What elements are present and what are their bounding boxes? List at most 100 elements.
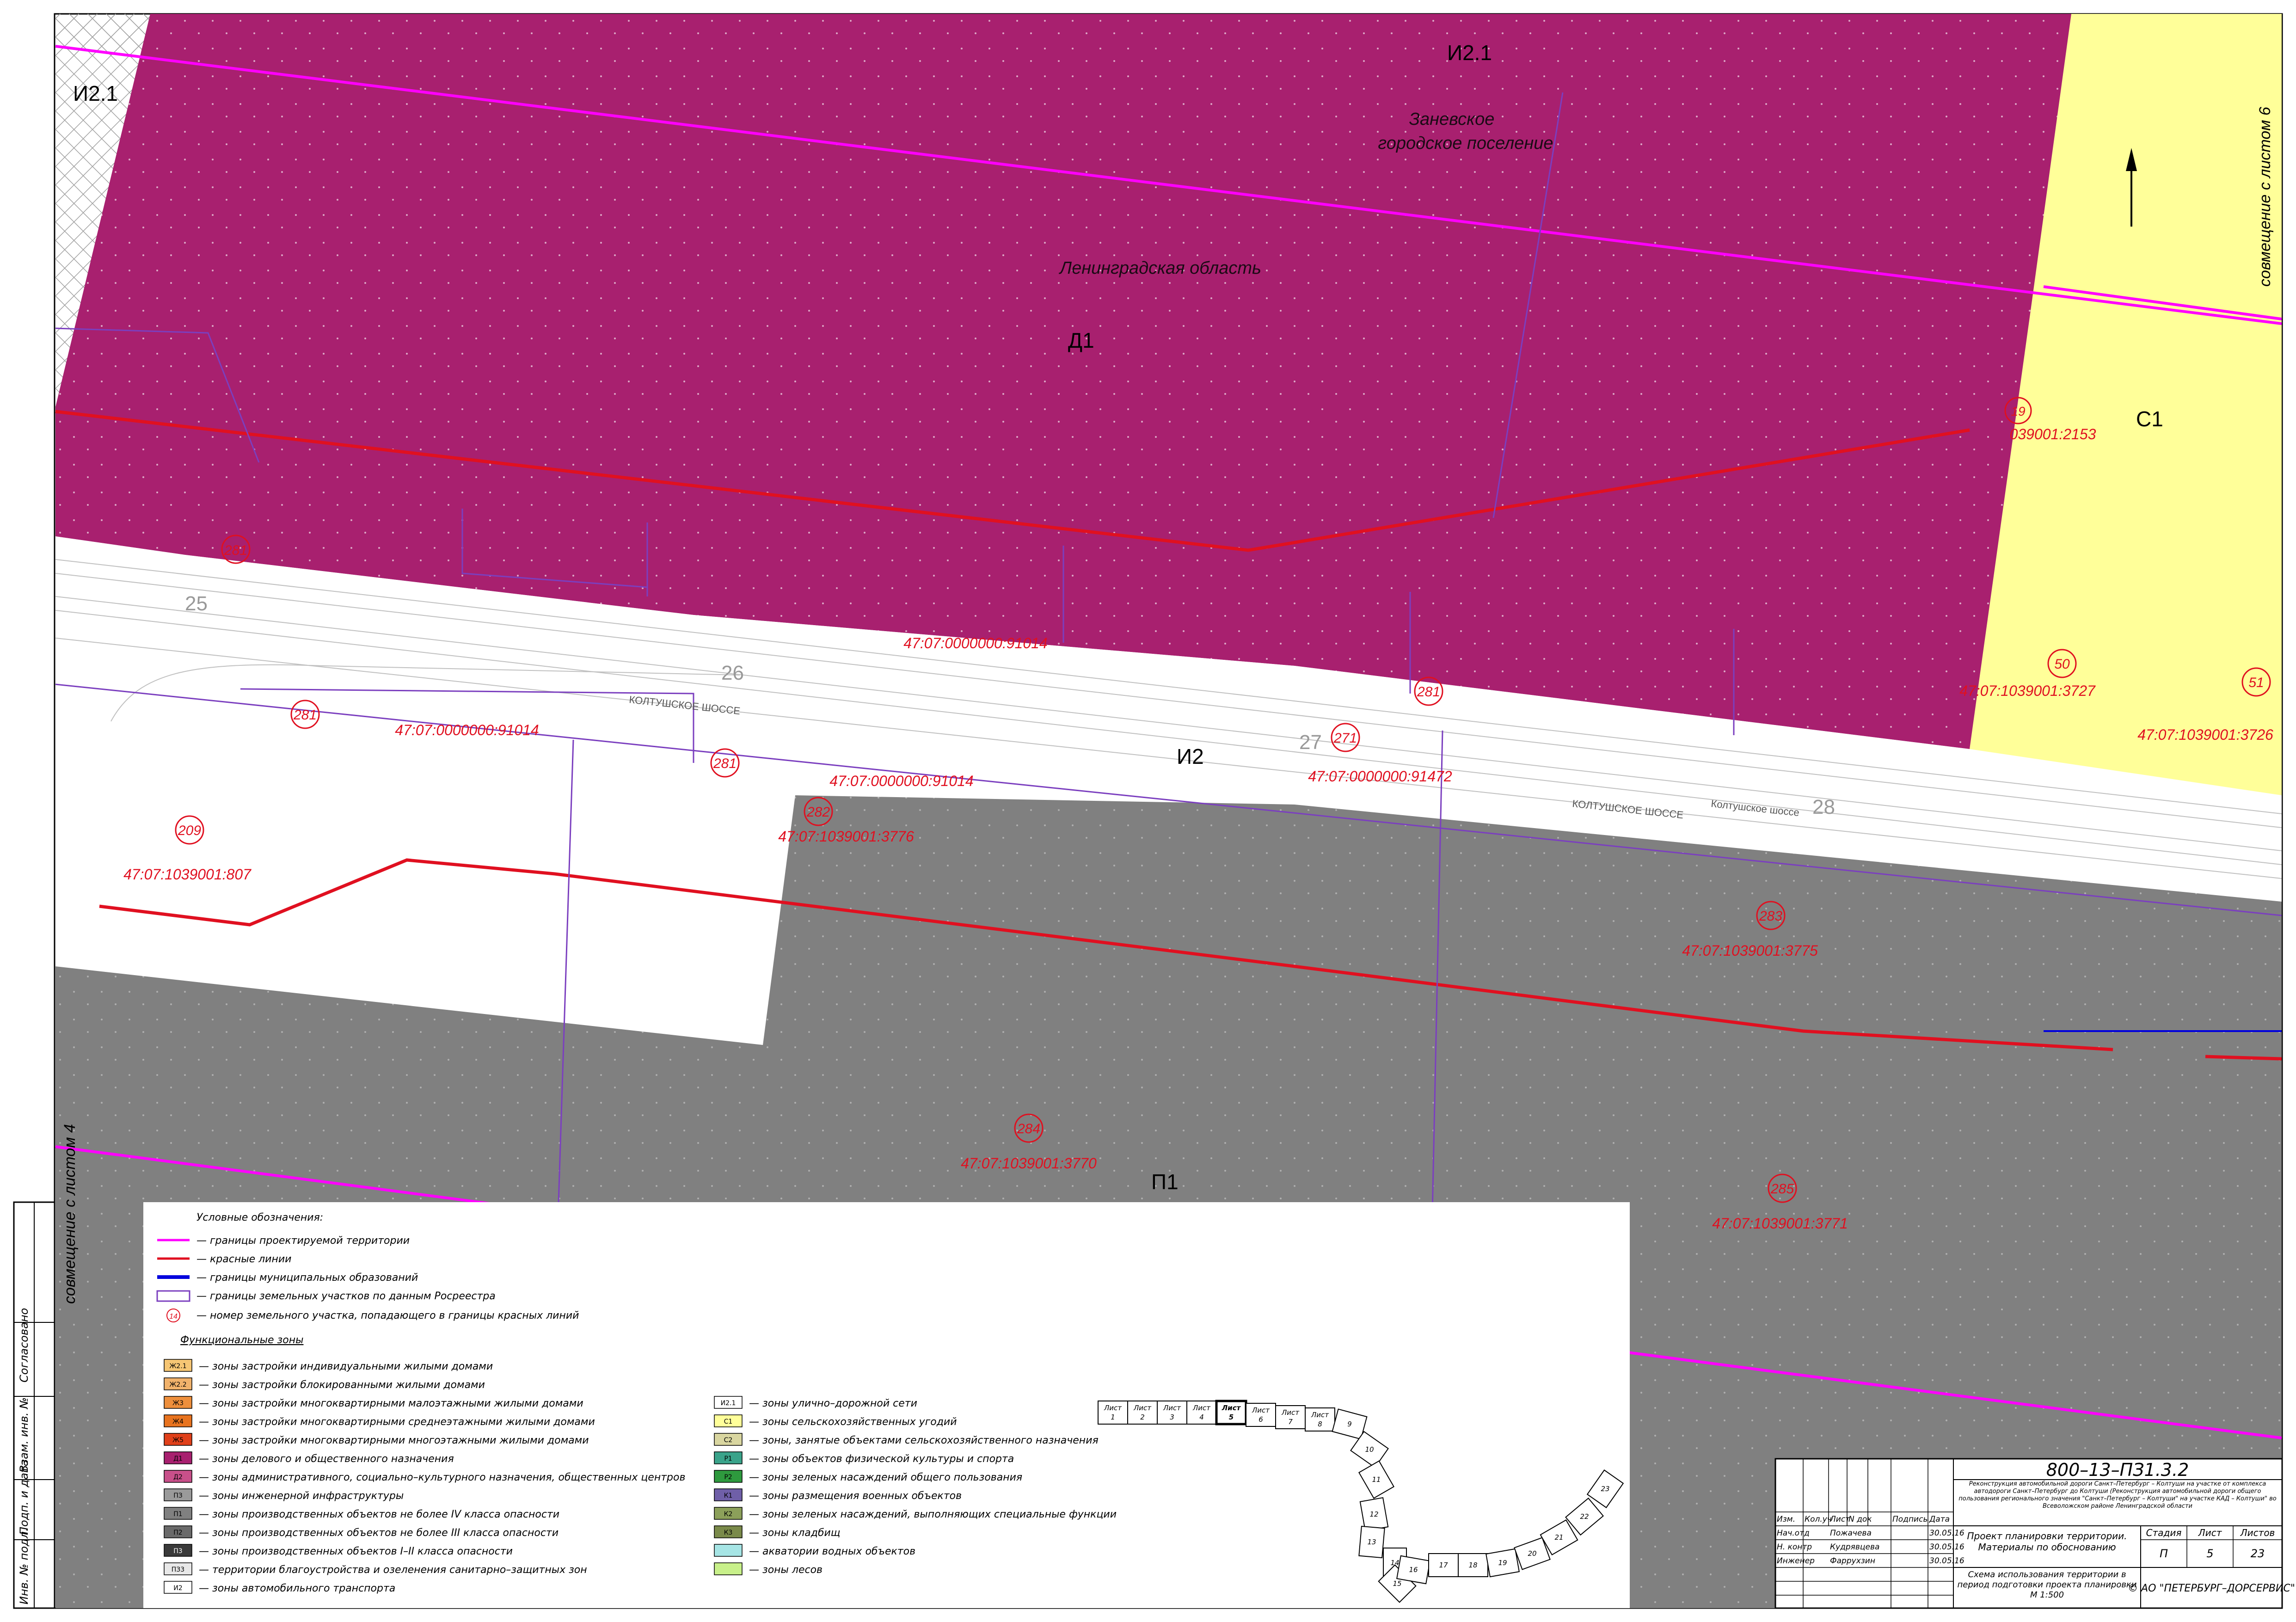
svg-text:28: 28 [1812,796,1835,818]
left-stamp: Согласовано Взам. инв. № Подп. и дата Ин… [13,1201,55,1609]
sheet-title: Схема использования территории в период … [1957,1570,2137,1600]
svg-text:15: 15 [1393,1579,1401,1588]
svg-text:19: 19 [1498,1559,1507,1567]
svg-text:— границы муниципальных образо: — границы муниципальных образований [196,1272,418,1284]
svg-text:47:07:1039001:3727: 47:07:1039001:3727 [1959,682,2096,699]
doc-title: Проект планировки территории. Материалы … [1967,1530,2127,1553]
svg-text:— зоны делового и общественног: — зоны делового и общественного назначен… [199,1453,454,1465]
svg-text:— зоны производственных объект: — зоны производственных объектов не боле… [199,1527,559,1539]
zone-label-i2: И2 [1177,744,1204,768]
svg-text:281: 281 [224,543,247,558]
svg-text:Подп. и дата: Подп. и дата [18,1460,31,1536]
svg-text:Ж3: Ж3 [172,1400,184,1407]
zone-label-i21-top: И2.1 [1447,41,1492,65]
svg-text:Изм.: Изм. [1777,1515,1795,1524]
svg-text:11: 11 [1372,1475,1381,1484]
legend: Условные обозначения: — границы проектир… [143,1202,1630,1608]
svg-text:47:07:1039001:3775: 47:07:1039001:3775 [1682,942,1818,959]
svg-text:— зоны застройки индивидуальны: — зоны застройки индивидуальными жилыми … [199,1361,493,1372]
svg-text:Д2: Д2 [173,1474,183,1481]
svg-text:— зоны сельскохозяйственных уг: — зоны сельскохозяйственных угодий [749,1416,957,1428]
svg-text:Лист: Лист [1281,1408,1300,1417]
svg-text:Лист: Лист [1311,1411,1329,1419]
svg-text:П1: П1 [173,1511,182,1518]
svg-text:4: 4 [1199,1413,1204,1421]
svg-text:47:07:1039001:807: 47:07:1039001:807 [123,866,252,883]
svg-text:Ж2.2: Ж2.2 [169,1381,186,1389]
svg-text:— зоны лесов: — зоны лесов [749,1564,823,1576]
svg-text:ПЗ: ПЗ [173,1492,183,1499]
legend-title: Условные обозначения: [196,1212,323,1223]
svg-text:21: 21 [1554,1533,1563,1542]
svg-text:Лист: Лист [1222,1404,1241,1412]
zone-label-p1: П1 [1151,1170,1179,1194]
svg-text:— зоны застройки многоквартирн: — зоны застройки многоквартирными многоэ… [199,1435,589,1446]
svg-text:— зоны улично–дорожной сети: — зоны улично–дорожной сети [749,1398,917,1409]
svg-text:281: 281 [293,707,317,723]
svg-text:П2: П2 [173,1529,182,1536]
svg-text:Лист: Лист [2198,1527,2222,1538]
svg-text:Ж5: Ж5 [172,1437,184,1444]
svg-text:47:07:0000000:91472: 47:07:0000000:91472 [1308,768,1452,785]
svg-text:282: 282 [806,805,830,820]
zone-label-i21-left: И2.1 [73,81,118,105]
title-block: 800–13–ПЗ1.3.2 Реконструкция автомобильн… [1774,1458,2295,1609]
svg-text:Инженер: Инженер [1777,1556,1815,1566]
svg-text:Нач.отд: Нач.отд [1777,1529,1810,1538]
svg-text:К3: К3 [724,1529,733,1536]
svg-text:Лист: Лист [1163,1404,1181,1412]
svg-text:С1: С1 [724,1418,733,1425]
svg-text:209: 209 [178,823,201,838]
svg-text:— границы земельных участков п: — границы земельных участков по данным Р… [196,1290,496,1302]
svg-text:Листов: Листов [2240,1527,2275,1538]
svg-text:Р1: Р1 [724,1455,732,1462]
svg-text:— зоны, занятые объектами сель: — зоны, занятые объектами сельскохозяйст… [749,1435,1099,1446]
svg-text:— территории благоустройства и: — территории благоустройства и озеленени… [199,1564,587,1576]
side-note-left: совмещение с листом 4 [61,1124,79,1304]
svg-text:— зоны зеленых насаждений, вып: — зоны зеленых насаждений, выполняющих с… [749,1509,1117,1520]
svg-text:18: 18 [1468,1561,1477,1569]
svg-text:284: 284 [1017,1121,1040,1137]
legend-func-title: Функциональные зоны [180,1334,303,1346]
svg-text:14: 14 [169,1313,178,1321]
svg-text:К1: К1 [724,1492,733,1499]
svg-text:47:07:1039001:3726: 47:07:1039001:3726 [2137,726,2273,743]
svg-text:Н. контр: Н. контр [1777,1542,1812,1552]
svg-text:— зоны застройки многоквартирн: — зоны застройки многоквартирными средне… [199,1416,595,1428]
map-canvas[interactable]: И2.1 И2.1 Д1 С1 И2 П1 Заневское городско… [0,0,2296,1622]
svg-text:— зоны инженерной инфраструкту: — зоны инженерной инфраструктуры [199,1490,404,1502]
svg-text:— акватории водных объектов: — акватории водных объектов [749,1546,915,1557]
svg-text:8: 8 [1318,1420,1322,1428]
zone-label-d1: Д1 [1068,328,1094,352]
project-description: Реконструкция автомобильной дороги Санкт… [1958,1481,2277,1510]
svg-text:Лист: Лист [1252,1406,1270,1414]
svg-text:9: 9 [1347,1420,1352,1428]
svg-text:— красные линии: — красные линии [196,1253,291,1265]
side-note-right: совмещение с листом 6 [2256,107,2274,287]
svg-text:47:07:0000000:91014: 47:07:0000000:91014 [395,722,539,738]
svg-text:22: 22 [1580,1512,1589,1521]
svg-text:281: 281 [1417,684,1440,700]
place-region: Ленинградская область [1058,258,1261,278]
place-zanevskoe: Заневское [1409,110,1495,129]
svg-text:ПЗ3: ПЗ3 [172,1566,184,1573]
svg-text:47:07:0000000:91014: 47:07:0000000:91014 [829,773,973,789]
svg-text:Согласовано: Согласовано [18,1308,31,1382]
svg-text:Кол.уч: Кол.уч [1805,1515,1832,1524]
svg-text:27: 27 [1299,731,1322,754]
svg-text:20: 20 [1528,1549,1536,1558]
svg-text:271: 271 [1333,731,1357,746]
svg-text:— зоны размещения военных объе: — зоны размещения военных объектов [749,1490,962,1502]
place-gorodskoe: городское поселение [1378,134,1553,153]
company-name: © АО "ПЕТЕРБУРГ–ДОРСЕРВИС" [2128,1583,2295,1594]
svg-text:Подпись: Подпись [1892,1515,1928,1524]
svg-text:— номер земельного участка, по: — номер земельного участка, попадающего … [196,1310,579,1321]
svg-text:— границы проектируемой террит: — границы проектируемой территории [196,1235,410,1247]
svg-text:— зоны производственных объект: — зоны производственных объектов не боле… [199,1509,559,1520]
svg-text:— зоны автомобильного транспор: — зоны автомобильного транспорта [199,1583,395,1594]
svg-text:— зоны застройки многоквартирн: — зоны застройки многоквартирными малоэт… [199,1398,583,1409]
svg-text:3: 3 [1170,1413,1174,1421]
svg-text:П3: П3 [173,1548,182,1555]
svg-text:И2: И2 [173,1585,182,1592]
svg-text:Лист: Лист [1192,1404,1211,1412]
